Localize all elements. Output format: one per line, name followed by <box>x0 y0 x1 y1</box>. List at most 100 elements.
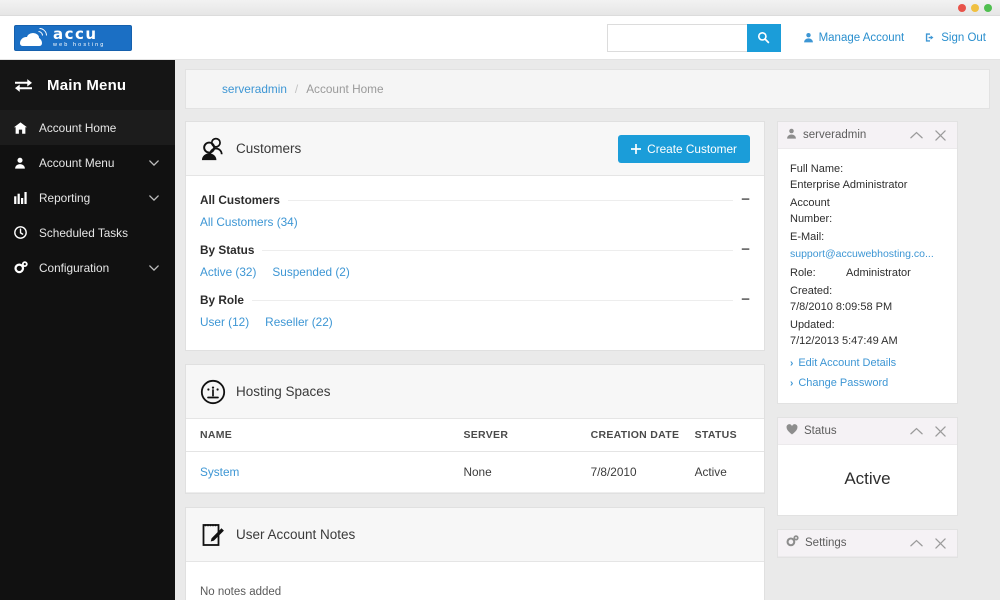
search-input[interactable] <box>606 23 747 52</box>
notes-panel-header: User Account Notes <box>186 508 764 562</box>
breadcrumb-separator: / <box>294 82 299 96</box>
role-label: Role: <box>790 267 816 279</box>
chevron-up-icon[interactable] <box>907 131 926 139</box>
plus-icon <box>631 143 642 154</box>
gears-icon <box>14 261 32 274</box>
group-title: By Role <box>200 293 244 307</box>
user-icon <box>803 32 813 43</box>
account-widget-header: serveradmin <box>778 122 957 149</box>
cell-status: Active <box>694 451 764 493</box>
notes-panel-body: No notes added <box>186 562 764 600</box>
group-collapse-toggle[interactable]: − <box>741 192 750 207</box>
column-header-status: STATUS <box>694 419 764 452</box>
chevron-down-icon[interactable] <box>149 193 159 203</box>
filter-link-suspended[interactable]: Suspended (2) <box>272 265 349 279</box>
role-value: Administrator <box>846 267 911 279</box>
sidebar-item-account-menu[interactable]: Account Menu <box>0 145 175 180</box>
close-icon[interactable] <box>932 129 949 141</box>
settings-widget: Settings <box>777 529 958 558</box>
account-widget-body: Full Name: Enterprise Administrator Acco… <box>778 149 957 403</box>
search-button[interactable] <box>746 23 781 52</box>
settings-widget-header: Settings <box>778 530 957 557</box>
status-value: Active <box>844 469 891 488</box>
user-icon <box>14 157 32 169</box>
account-widget: serveradmin Full Name: Enterprise Admini… <box>777 121 958 404</box>
hosting-spaces-panel-header: Hosting Spaces <box>186 365 764 419</box>
search-icon <box>758 31 770 44</box>
group-rule <box>262 249 734 251</box>
user-account-notes-panel: User Account Notes No notes added <box>185 507 765 600</box>
hosting-space-name-link[interactable]: System <box>200 465 239 479</box>
cloud-wifi-icon <box>18 25 52 49</box>
full-name-value: Enterprise Administrator <box>790 179 908 191</box>
breadcrumb-current: Account Home <box>306 82 384 96</box>
filter-link-all-customers[interactable]: All Customers (34) <box>200 215 298 229</box>
breadcrumb-root-link[interactable]: serveradmin <box>222 82 287 96</box>
group-collapse-toggle[interactable]: − <box>741 292 750 307</box>
group-collapse-toggle[interactable]: − <box>741 242 750 257</box>
close-icon[interactable] <box>932 425 949 437</box>
clock-icon <box>14 226 32 239</box>
chevron-up-icon[interactable] <box>907 427 926 435</box>
window-zoom-dot[interactable] <box>984 3 992 12</box>
main-column: Customers Create Customer All Customers <box>185 121 765 600</box>
customers-panel-title: Customers <box>236 141 302 156</box>
manage-account-label: Manage Account <box>818 31 905 44</box>
chevron-down-icon[interactable] <box>149 158 159 168</box>
brand-logo[interactable]: accu web hosting <box>14 24 132 51</box>
window-close-dot[interactable] <box>958 3 966 12</box>
sidebar-item-scheduled-tasks[interactable]: Scheduled Tasks <box>0 215 175 250</box>
status-widget-header: Status <box>778 418 957 445</box>
edit-account-details-link[interactable]: › Edit Account Details <box>790 357 945 369</box>
user-icon <box>786 126 797 144</box>
window-minimize-dot[interactable] <box>971 3 979 12</box>
sign-out-link[interactable]: Sign Out <box>924 32 986 44</box>
chevron-down-icon[interactable] <box>149 263 159 273</box>
change-password-link[interactable]: › Change Password <box>790 377 945 389</box>
column-header-server: SERVER <box>463 419 591 452</box>
sidebar-item-configuration[interactable]: Configuration <box>0 250 175 285</box>
email-label: E-Mail: <box>790 231 825 243</box>
chevron-right-icon: › <box>790 377 794 389</box>
exchange-arrows-icon <box>15 78 32 92</box>
notepad-pencil-icon <box>200 522 230 548</box>
sign-out-icon <box>926 33 934 42</box>
sidebar-item-reporting[interactable]: Reporting <box>0 180 175 215</box>
filter-link-reseller[interactable]: Reseller (22) <box>265 315 333 329</box>
account-number-label: Account Number: <box>790 197 833 225</box>
customers-group-header: By Role − <box>200 286 750 312</box>
chevron-right-icon: › <box>790 357 794 369</box>
breadcrumb: serveradmin / Account Home <box>185 69 990 109</box>
manage-account-link[interactable]: Manage Account <box>803 31 905 44</box>
hosting-spaces-table: NAME SERVER CREATION DATE STATUS System <box>186 419 764 493</box>
table-row: System None 7/8/2010 Active <box>186 451 764 493</box>
change-password-label: Change Password <box>798 377 889 389</box>
created-value: 7/8/2010 8:09:58 PM <box>790 301 893 313</box>
bar-chart-icon <box>14 191 32 204</box>
customers-group-header: All Customers − <box>200 186 750 212</box>
customers-panel-body: All Customers − All Customers (34) By St… <box>186 176 764 350</box>
cell-server: None <box>463 451 591 493</box>
filter-link-active[interactable]: Active (32) <box>200 265 256 279</box>
group-rule <box>287 199 734 201</box>
window-title-bar <box>0 0 1000 16</box>
edit-account-details-label: Edit Account Details <box>798 357 897 369</box>
table-header-row: NAME SERVER CREATION DATE STATUS <box>186 419 764 452</box>
home-icon <box>14 121 32 134</box>
right-widget-column: serveradmin Full Name: Enterprise Admini… <box>777 121 958 600</box>
chevron-up-icon[interactable] <box>907 539 926 547</box>
create-customer-button[interactable]: Create Customer <box>618 134 750 163</box>
heartbeat-icon <box>786 422 798 440</box>
group-title: By Status <box>200 243 255 257</box>
group-title: All Customers <box>200 193 280 207</box>
full-name-label: Full Name: <box>790 163 844 175</box>
filter-link-user[interactable]: User (12) <box>200 315 249 329</box>
gauge-icon <box>200 379 230 405</box>
customers-group-links: All Customers (34) <box>200 212 750 236</box>
hosting-spaces-panel-title: Hosting Spaces <box>236 384 331 399</box>
brand-tagline: web hosting <box>53 41 106 48</box>
sidebar-header: Main Menu <box>0 60 175 110</box>
email-link[interactable]: support@accuwebhosting.co... <box>790 248 945 260</box>
sidebar-item-account-home[interactable]: Account Home <box>0 110 175 145</box>
close-icon[interactable] <box>932 537 949 549</box>
